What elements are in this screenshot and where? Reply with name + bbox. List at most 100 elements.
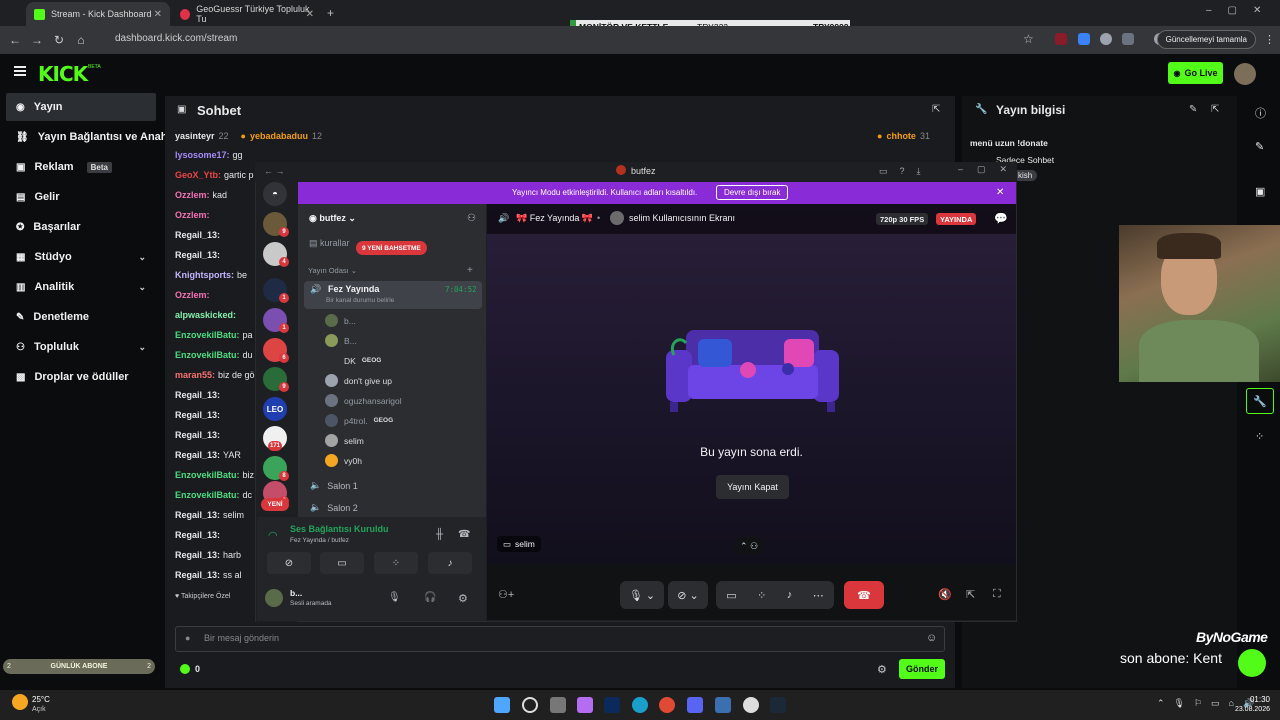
- search-icon[interactable]: [522, 697, 538, 713]
- voice-member[interactable]: vy0h: [325, 454, 362, 467]
- share-activities-group[interactable]: ▭ ⁘ ♪ ⋯: [716, 581, 834, 609]
- new-mentions-pill[interactable]: 9 YENİ BAHSETME: [356, 241, 427, 255]
- new-tab-button[interactable]: +: [327, 6, 334, 20]
- disconnect-button[interactable]: ☎: [844, 581, 884, 609]
- chat-message[interactable]: alpwaskicked:: [175, 310, 239, 320]
- pencil-icon[interactable]: ✎: [1255, 140, 1264, 153]
- screen-share-icon[interactable]: ▭: [726, 589, 736, 602]
- home-icon[interactable]: ⌂: [70, 33, 92, 47]
- chat-message[interactable]: EnzovekilBatu: pa: [175, 330, 253, 340]
- chat-username[interactable]: GeoX_Ytb:: [175, 170, 221, 180]
- url-text[interactable]: dashboard.kick.com/stream: [115, 33, 237, 44]
- voice-member[interactable]: DK GEOG: [325, 354, 381, 367]
- chat-username[interactable]: Regail_13:: [175, 550, 220, 560]
- chat-username[interactable]: Knightsports:: [175, 270, 234, 280]
- chat-username[interactable]: Regail_13:: [175, 250, 220, 260]
- edge-icon[interactable]: [632, 697, 648, 713]
- back-icon[interactable]: ← →: [264, 166, 285, 176]
- chat-bubble-icon[interactable]: 💬: [994, 212, 1008, 225]
- top-user[interactable]: chhote: [886, 131, 916, 141]
- chat-message[interactable]: Regail_13: ss al: [175, 570, 242, 580]
- steam-icon[interactable]: [770, 697, 786, 713]
- chat-message[interactable]: Regail_13: YAR: [175, 450, 241, 460]
- window-controls[interactable]: –▢✕: [958, 164, 1021, 175]
- user-name[interactable]: b...: [290, 588, 302, 598]
- sidebar-item[interactable]: ⚇ Topluluk ⌄: [6, 333, 156, 361]
- info-icon[interactable]: ⓘ: [1255, 105, 1266, 121]
- chat-username[interactable]: alpwaskicked:: [175, 310, 236, 320]
- chat-message[interactable]: Regail_13: harb: [175, 550, 241, 560]
- activities-icon[interactable]: ⁘: [757, 589, 766, 602]
- chat-message[interactable]: EnzovekilBatu: du: [175, 350, 253, 360]
- back-icon[interactable]: ←: [4, 33, 26, 47]
- chat-username[interactable]: Regail_13:: [175, 510, 220, 520]
- tab-kick-dashboard[interactable]: Stream - Kick Dashboard ✕: [26, 2, 170, 26]
- chat-message[interactable]: lysosome17: gg: [175, 150, 243, 160]
- wrench-icon[interactable]: 🔧: [1246, 388, 1274, 414]
- chat-username[interactable]: Regail_13:: [175, 230, 220, 240]
- chat-username[interactable]: Ozzlem:: [175, 290, 210, 300]
- emote-icon[interactable]: ●: [185, 633, 190, 643]
- reload-icon[interactable]: ↻: [48, 33, 70, 47]
- sidebar-item[interactable]: ▤ Gelir: [6, 183, 156, 211]
- kick-logo[interactable]: KICK: [38, 62, 88, 86]
- voice-channel-salon2[interactable]: 🔈 Salon 2: [310, 502, 358, 513]
- voice-member[interactable]: oguzhansarigol: [325, 394, 402, 407]
- puzzle-icon[interactable]: [1122, 33, 1134, 45]
- popout-icon[interactable]: ⇱: [966, 588, 975, 601]
- channel-status[interactable]: Bir kanal durumu belirle: [326, 297, 394, 304]
- chat-message[interactable]: Regail_13:: [175, 250, 223, 260]
- sidebar-item[interactable]: ▥ Analitik ⌄: [6, 273, 156, 301]
- headphones-icon[interactable]: 🎧: [424, 592, 436, 603]
- microphone-icon[interactable]: 🎙: [388, 592, 401, 603]
- sidebar-item[interactable]: ▩ Droplar ve ödüller: [6, 363, 156, 391]
- popout-icon[interactable]: ⇱: [1211, 104, 1219, 115]
- camera-toggle[interactable]: ⊘ ⌄: [668, 581, 708, 609]
- window-controls[interactable]: –▢✕: [1206, 5, 1277, 16]
- new-badge[interactable]: YENİ: [261, 498, 289, 511]
- chat-message[interactable]: EnzovekilBatu: dc: [175, 490, 252, 500]
- extension-icon[interactable]: [1055, 33, 1067, 45]
- hamburger-menu-icon[interactable]: [14, 66, 26, 76]
- voice-channel-salon1[interactable]: 🔈 Salon 1: [310, 480, 358, 491]
- bookmark-star-icon[interactable]: ☆: [1023, 32, 1034, 46]
- chat-username[interactable]: Regail_13:: [175, 450, 220, 460]
- gear-icon[interactable]: ⚙: [458, 592, 468, 605]
- chat-username[interactable]: Regail_13:: [175, 530, 220, 540]
- chat-message[interactable]: GeoX_Ytb: gartic p: [175, 170, 254, 180]
- chat-username[interactable]: EnzovekilBatu:: [175, 470, 240, 480]
- microphone-toggle[interactable]: 🎙 ⌄: [620, 581, 664, 609]
- photoshop-icon[interactable]: [604, 697, 620, 713]
- voice-connected-label[interactable]: Ses Bağlantısı Kuruldu: [290, 524, 389, 534]
- chevron-down-icon[interactable]: ⌄: [138, 342, 146, 353]
- sidebar-item[interactable]: ✎ Denetleme: [6, 303, 156, 331]
- camera-off-icon[interactable]: ⊘: [267, 552, 311, 574]
- voice-member[interactable]: p4trol. GEOG: [325, 414, 393, 427]
- chat-username[interactable]: maran55:: [175, 370, 215, 380]
- chat-message[interactable]: Regail_13:: [175, 410, 223, 420]
- titlebar-actions[interactable]: ▭?⤓: [879, 166, 933, 177]
- popout-icon[interactable]: ⇱: [932, 104, 940, 115]
- add-channel-icon[interactable]: +: [467, 265, 473, 276]
- chat-message[interactable]: Ozzlem:: [175, 290, 213, 300]
- chat-username[interactable]: Regail_13:: [175, 410, 220, 420]
- voice-member[interactable]: b...: [325, 314, 356, 327]
- stream-channel[interactable]: 🎀 Fez Yayında 🎀: [516, 213, 593, 224]
- leo-server-icon[interactable]: LEO: [263, 397, 287, 421]
- go-live-button[interactable]: ◉ Go Live: [1168, 62, 1223, 84]
- chat-message[interactable]: Regail_13:: [175, 390, 223, 400]
- category-header[interactable]: Yayın Odası ⌄: [308, 266, 357, 275]
- activities-icon[interactable]: ⁘: [374, 552, 418, 574]
- soundboard-icon[interactable]: ♪: [428, 552, 472, 574]
- chat-username[interactable]: Regail_13:: [175, 430, 220, 440]
- voice-member[interactable]: B...: [325, 334, 357, 347]
- close-icon[interactable]: ✕: [306, 9, 314, 20]
- chat-message[interactable]: Regail_13: selim: [175, 510, 244, 520]
- discord-icon[interactable]: [687, 697, 703, 713]
- chat-message[interactable]: Knightsports: be: [175, 270, 247, 280]
- chrome-icon[interactable]: [659, 697, 675, 713]
- add-friend-icon[interactable]: ⚇: [467, 213, 476, 224]
- voice-member[interactable]: selim: [325, 434, 364, 447]
- edit-icon[interactable]: ✎: [1189, 104, 1197, 115]
- avatar[interactable]: [1234, 63, 1256, 85]
